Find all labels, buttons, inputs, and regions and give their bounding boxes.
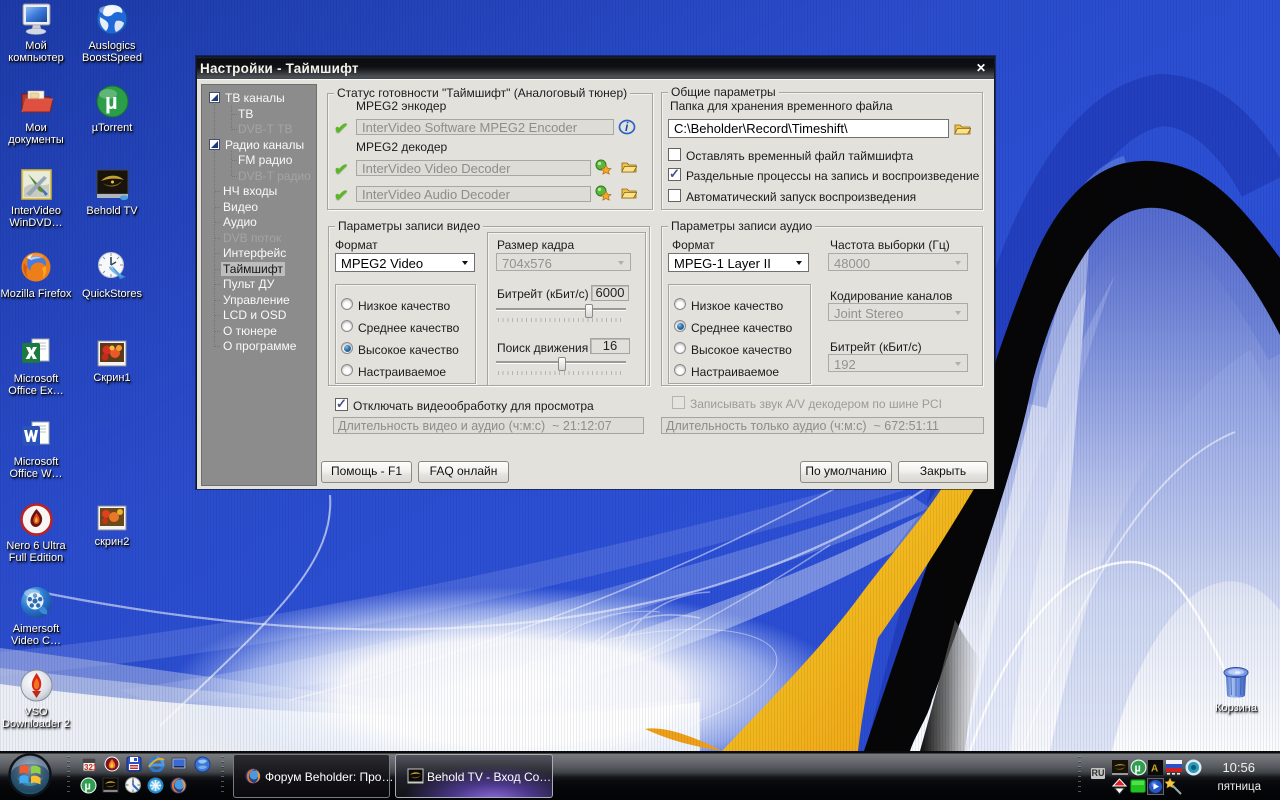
- svg-text:µ: µ: [85, 781, 91, 793]
- svg-text:µ: µ: [105, 89, 118, 114]
- svg-text:i: i: [625, 120, 629, 134]
- svg-text:µ: µ: [1135, 763, 1141, 775]
- svg-text:321: 321: [84, 763, 96, 772]
- svg-text:A: A: [1151, 764, 1158, 775]
